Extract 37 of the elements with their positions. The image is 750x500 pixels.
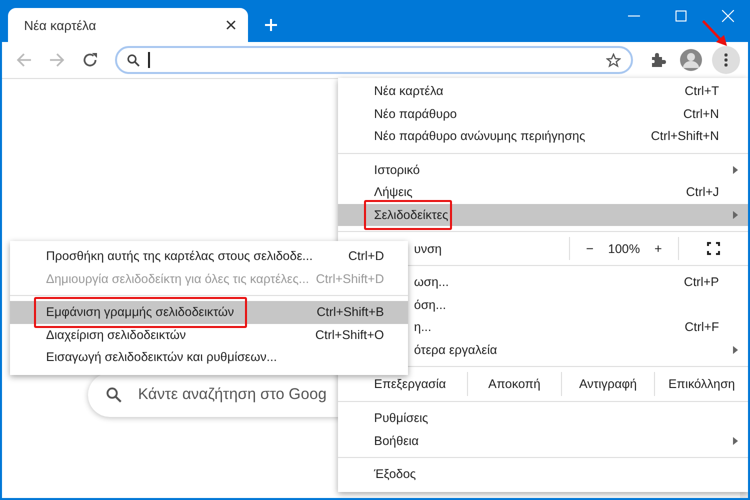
menu-item[interactable]: όση... [410, 294, 748, 316]
puzzle-icon[interactable] [650, 52, 666, 68]
menu-button[interactable] [712, 46, 740, 74]
search-icon [106, 387, 122, 403]
menu-item[interactable]: Προσθήκη αυτής της καρτέλας στους σελιδοδε... Ctrl+D [10, 245, 408, 268]
text-cursor [148, 52, 150, 68]
fullscreen-icon [707, 242, 720, 255]
zoom-level: 100% [608, 242, 640, 256]
close-icon[interactable] [722, 10, 734, 22]
reload-icon[interactable] [82, 52, 98, 68]
menu-item[interactable]: Βοήθεια [338, 430, 748, 452]
menu-item[interactable]: Ιστορικό [338, 158, 748, 181]
edit-label: Επεξεργασία [373, 376, 448, 393]
new-tab-icon[interactable] [264, 18, 278, 32]
menu-item[interactable]: Εισαγωγή σελιδοδεικτών και ρυθμίσεων... [10, 346, 408, 368]
menu-item[interactable]: Λήψεις Ctrl+J [338, 181, 748, 204]
search-icon [127, 54, 140, 66]
maximize-icon[interactable] [675, 10, 687, 22]
edit-button[interactable]: Αποκοπή [467, 372, 561, 396]
menu-item[interactable]: ωση... Ctrl+P [410, 271, 748, 294]
menu-item[interactable]: ότερα εργαλεία [410, 338, 748, 361]
edit-button[interactable]: Επικόλληση [654, 372, 748, 396]
zoom-out-button[interactable]: − [584, 241, 596, 256]
menu-item[interactable]: Νέα καρτέλα Ctrl+T [338, 80, 748, 102]
edit-button[interactable]: Αντιγραφή [560, 372, 654, 396]
menu-item[interactable]: Νέο παράθυρο ανώνυμης περιήγησης Ctrl+Shift+N [338, 125, 748, 148]
menu-item[interactable]: Διαχείριση σελιδοδεικτών Ctrl+Shift+O [10, 324, 408, 346]
menu-item[interactable]: η... Ctrl+F [410, 316, 748, 338]
more-dots-icon [724, 53, 728, 67]
menu-item[interactable]: Νέο παράθυρο Ctrl+N [338, 102, 748, 125]
zoom-label: υνση [414, 240, 442, 258]
star-icon[interactable] [606, 52, 621, 68]
avatar-icon[interactable] [680, 49, 702, 71]
zoom-in-button[interactable]: + [652, 241, 664, 256]
browser-tab[interactable]: Νέα καρτέλα [8, 8, 248, 42]
close-tab-icon[interactable] [226, 20, 236, 30]
menu-item[interactable]: Έξοδος [338, 463, 748, 486]
